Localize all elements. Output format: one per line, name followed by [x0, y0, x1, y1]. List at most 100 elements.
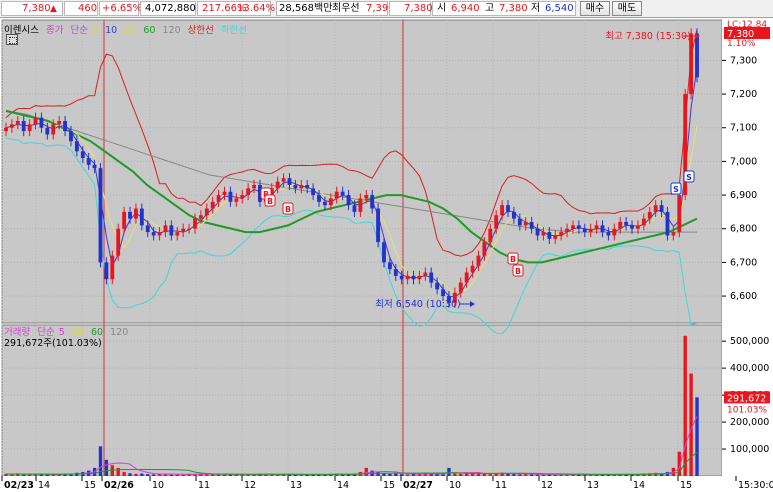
volume-bar	[205, 474, 209, 476]
high-annotation: 최고 7,380 (15:30)	[605, 31, 691, 42]
candle-body	[293, 184, 298, 189]
volume-tick-label: 200,000	[730, 417, 769, 428]
candle-body	[441, 289, 445, 297]
time-tick-label: 10	[449, 480, 461, 491]
pct-label: 1.10%	[727, 39, 756, 49]
high-price: 7,380	[499, 3, 528, 14]
volume-bar	[529, 474, 534, 476]
candle-body	[541, 232, 546, 236]
volume-bar	[683, 335, 687, 476]
candle-body	[618, 222, 623, 229]
candle-body	[529, 222, 534, 229]
time-tick-label: 10	[152, 480, 164, 491]
open-label: 시	[437, 3, 447, 14]
candle-body	[506, 205, 510, 212]
candle-body	[252, 184, 256, 189]
time-tick-label: 12	[244, 480, 256, 491]
candle-body	[39, 117, 44, 128]
volume-bar	[146, 474, 150, 476]
price-legend: 이렌시스 종가 단순 5 10 20 60 120 상한선 하한선	[4, 22, 251, 36]
buy-signal-badge-label: B	[510, 255, 516, 264]
candle-body	[110, 255, 115, 280]
legend-price-type: 종가	[46, 25, 64, 36]
candle-body	[435, 282, 440, 290]
candle-body	[677, 195, 682, 233]
time-tick-label: 11	[495, 480, 507, 491]
candle-body	[630, 225, 634, 229]
price-tick-label: 7,200	[730, 89, 757, 100]
candle-body	[482, 242, 487, 256]
candle-body	[659, 205, 664, 212]
time-tick-label: 15:30:00	[738, 480, 773, 491]
volume-bar	[400, 474, 404, 476]
volume-bar	[228, 474, 233, 476]
candle-body	[104, 262, 109, 280]
candle-body	[624, 222, 629, 226]
candle-body	[45, 127, 50, 135]
volume-bar	[506, 473, 510, 476]
chart-settings-icon[interactable]	[6, 34, 18, 45]
time-tick-label: 02/23	[4, 480, 34, 491]
price-tick-label: 6,800	[730, 224, 757, 235]
price-tick-label: 7,000	[730, 156, 757, 167]
candle-body	[405, 275, 410, 280]
time-tick-label: 13	[587, 480, 599, 491]
candle-body	[476, 255, 481, 266]
candle-body	[15, 121, 20, 125]
price-change: 460	[78, 3, 98, 14]
volume-bar	[394, 473, 398, 476]
current-price: 7,380	[22, 3, 51, 14]
candle-body	[86, 158, 91, 165]
volume-pct-label: 101.03%	[727, 405, 767, 415]
candle-body	[175, 232, 180, 236]
candle-body	[299, 184, 304, 189]
volume-tick-label: 400,000	[730, 363, 769, 374]
candle-body	[69, 131, 73, 142]
time-tick-label: 02/27	[403, 480, 433, 491]
time-tick-label: 12	[541, 480, 553, 491]
candle-body	[198, 215, 203, 219]
candle-body	[145, 225, 150, 233]
candle-body	[210, 201, 215, 209]
buy-button[interactable]: 매수	[580, 1, 610, 16]
candle-body	[665, 211, 670, 236]
legend-ma120: 120	[162, 25, 181, 36]
high-label: 고	[485, 3, 495, 14]
candle-body	[116, 228, 121, 256]
volume-bar	[169, 474, 174, 476]
candle-body	[352, 205, 357, 212]
candle-body	[636, 225, 640, 229]
time-tick-label: 15	[680, 480, 692, 491]
candle-body	[4, 127, 8, 132]
time-tick-label: 11	[198, 480, 210, 491]
candle-body	[612, 228, 617, 236]
time-tick-label: 13	[290, 480, 302, 491]
stock-chart[interactable]: 7,300 7,200 7,100 7,000 6,900 6,800 6,700 6,600…	[0, 18, 773, 492]
volume-tick-label: 500,000	[730, 336, 769, 347]
candle-body	[139, 208, 144, 226]
price-tick-label: 6,700	[730, 257, 757, 268]
turnover: 13.64%	[237, 3, 276, 14]
time-tick-label: 02/26	[104, 480, 134, 491]
candle-body	[494, 215, 499, 229]
candle-body	[523, 222, 528, 226]
candle-body	[275, 181, 280, 189]
volume-tick-label: 100,000	[730, 444, 769, 455]
candle-body	[346, 195, 351, 206]
candle-body	[511, 211, 516, 219]
time-tick-label: 14	[633, 480, 645, 491]
candle-body	[571, 225, 575, 229]
legend-ma-type: 단순	[70, 25, 88, 36]
sell-button[interactable]: 매도	[612, 1, 642, 16]
candle-body	[21, 121, 26, 132]
candle-body	[647, 211, 652, 219]
candle-body	[51, 124, 56, 135]
low-annotation: 최저 6,540 (10:30)	[375, 299, 461, 310]
price-tick-label: 7,300	[730, 55, 757, 66]
volume-bar	[695, 397, 699, 476]
candle-body	[305, 184, 310, 189]
best-quote-label: 최우선	[332, 3, 360, 14]
candle-body	[151, 232, 156, 236]
candle-body	[187, 228, 192, 230]
time-tick-label: 14	[337, 480, 349, 491]
